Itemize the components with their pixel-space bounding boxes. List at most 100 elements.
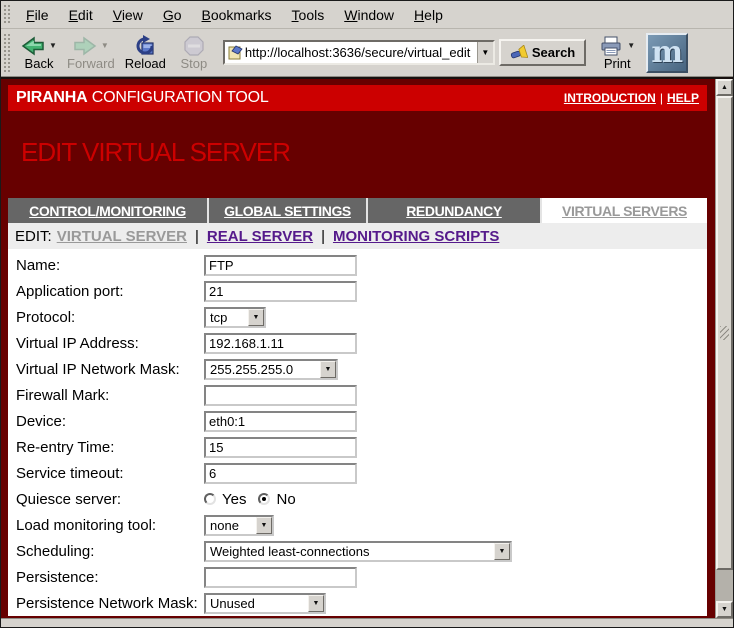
form-row-virtual-ip-mask: Virtual IP Network Mask: 255.255.255.0 ▼	[8, 356, 707, 382]
virtual-ip-input[interactable]	[204, 333, 357, 354]
brand-title: PIRANHA CONFIGURATION TOOL	[16, 89, 269, 107]
form-row-name: Name:	[8, 252, 707, 278]
protocol-select[interactable]: tcp ▼	[204, 307, 266, 328]
forward-button[interactable]: ▼ Forward	[62, 34, 120, 72]
help-link[interactable]: HELP	[667, 91, 699, 105]
form-row-scheduling: Scheduling: Weighted least-connections ▼	[8, 538, 707, 564]
vertical-scrollbar[interactable]: ▲ ▼	[715, 79, 733, 618]
menu-view[interactable]: View	[103, 3, 153, 27]
page-title: EDIT VIRTUAL SERVER	[21, 138, 707, 166]
service-timeout-input[interactable]	[204, 463, 357, 484]
form-row-persistence: Persistence:	[8, 564, 707, 590]
menu-tools[interactable]: Tools	[282, 3, 335, 27]
virtual-ip-label: Virtual IP Address:	[8, 335, 204, 352]
stop-label: Stop	[181, 57, 208, 71]
toolbar-grippy[interactable]	[3, 33, 12, 73]
reload-button[interactable]: Reload	[120, 34, 171, 72]
url-bar: ▼	[223, 40, 495, 65]
chevron-down-icon: ▼	[308, 595, 324, 612]
menubar-grippy[interactable]	[3, 4, 12, 26]
virtual-ip-mask-value: 255.255.255.0	[206, 361, 320, 378]
form-row-quiesce-server: Quiesce server: Yes No	[8, 486, 707, 512]
protocol-value: tcp	[206, 309, 248, 326]
device-input[interactable]	[204, 411, 357, 432]
menu-bookmarks[interactable]: Bookmarks	[192, 3, 282, 27]
chevron-down-icon: ▼	[320, 361, 336, 378]
form-row-persistence-mask: Persistence Network Mask: Unused ▼	[8, 590, 707, 616]
menu-help[interactable]: Help	[404, 3, 453, 27]
firewall-mark-label: Firewall Mark:	[8, 387, 204, 404]
forward-label: Forward	[67, 57, 115, 71]
menu-file[interactable]: File	[16, 3, 59, 27]
forward-dropdown-caret[interactable]: ▼	[101, 42, 109, 50]
name-input[interactable]	[204, 255, 357, 276]
subnav-separator: |	[321, 228, 325, 245]
print-button[interactable]: ▼ Print	[594, 34, 640, 72]
persistence-label: Persistence:	[8, 569, 204, 586]
persistence-input[interactable]	[204, 567, 357, 588]
form-row-virtual-ip: Virtual IP Address:	[8, 330, 707, 356]
application-port-label: Application port:	[8, 283, 204, 300]
quiesce-yes-radio[interactable]	[204, 493, 216, 505]
print-dropdown-caret[interactable]: ▼	[627, 42, 635, 50]
back-dropdown-caret[interactable]: ▼	[49, 42, 57, 50]
menu-go[interactable]: Go	[153, 3, 192, 27]
form-row-application-port: Application port:	[8, 278, 707, 304]
print-icon	[599, 36, 623, 56]
scheduling-value: Weighted least-connections	[206, 543, 494, 560]
firewall-mark-input[interactable]	[204, 385, 357, 406]
bookmark-icon	[227, 45, 243, 61]
tab-global-settings[interactable]: GLOBAL SETTINGS	[209, 198, 368, 223]
application-port-input[interactable]	[204, 281, 357, 302]
tab-control-monitoring[interactable]: CONTROL/MONITORING	[8, 198, 209, 223]
brand-rest: CONFIGURATION TOOL	[88, 89, 269, 106]
load-monitoring-select[interactable]: none ▼	[204, 515, 274, 536]
search-label: Search	[532, 45, 575, 60]
tab-bar: CONTROL/MONITORING GLOBAL SETTINGS REDUN…	[8, 198, 707, 223]
mozilla-logo[interactable]: m	[646, 33, 688, 73]
scheduling-select[interactable]: Weighted least-connections ▼	[204, 541, 512, 562]
scroll-down-button[interactable]: ▼	[716, 601, 733, 618]
reentry-time-label: Re-entry Time:	[8, 439, 204, 456]
virtual-ip-mask-select[interactable]: 255.255.255.0 ▼	[204, 359, 338, 380]
form-row-service-timeout: Service timeout:	[8, 460, 707, 486]
subnav-monitoring-scripts[interactable]: MONITORING SCRIPTS	[333, 228, 499, 245]
quiesce-server-label: Quiesce server:	[8, 491, 204, 508]
back-arrow-icon	[21, 36, 45, 56]
load-monitoring-label: Load monitoring tool:	[8, 517, 204, 534]
page-viewport: PIRANHA CONFIGURATION TOOL INTRODUCTION|…	[1, 79, 715, 618]
status-bar	[1, 618, 733, 627]
persistence-mask-value: Unused	[206, 595, 308, 612]
menu-window[interactable]: Window	[334, 3, 404, 27]
search-button[interactable]: Search	[499, 39, 586, 66]
tab-virtual-servers[interactable]: VIRTUAL SERVERS	[542, 198, 707, 223]
menu-edit[interactable]: Edit	[59, 3, 103, 27]
quiesce-yes-label: Yes	[222, 491, 246, 508]
banner-links: INTRODUCTION|HELP	[564, 91, 699, 105]
print-label: Print	[604, 57, 631, 71]
service-timeout-label: Service timeout:	[8, 465, 204, 482]
persistence-mask-select[interactable]: Unused ▼	[204, 593, 326, 614]
quiesce-no-radio[interactable]	[258, 493, 270, 505]
protocol-label: Protocol:	[8, 309, 204, 326]
reload-label: Reload	[125, 57, 166, 71]
stop-button[interactable]: Stop	[171, 34, 217, 72]
name-label: Name:	[8, 257, 204, 274]
url-input[interactable]	[243, 45, 477, 60]
introduction-link[interactable]: INTRODUCTION	[564, 91, 656, 105]
tab-redundancy[interactable]: REDUNDANCY	[368, 198, 542, 223]
url-dropdown-button[interactable]: ▼	[477, 42, 493, 63]
back-button[interactable]: ▼ Back	[16, 34, 62, 72]
subnav-virtual-server[interactable]: VIRTUAL SERVER	[57, 228, 187, 245]
subnav-real-server[interactable]: REAL SERVER	[207, 228, 313, 245]
scrollbar-thumb[interactable]	[716, 96, 733, 570]
menu-bar: File Edit View Go Bookmarks Tools Window…	[1, 1, 733, 29]
subnav-prefix: EDIT:	[15, 228, 52, 245]
device-label: Device:	[8, 413, 204, 430]
stop-icon	[184, 36, 204, 56]
reentry-time-input[interactable]	[204, 437, 357, 458]
scroll-up-button[interactable]: ▲	[716, 79, 733, 96]
forward-arrow-icon	[73, 36, 97, 56]
chevron-down-icon: ▼	[256, 517, 272, 534]
virtual-ip-mask-label: Virtual IP Network Mask:	[8, 361, 204, 378]
